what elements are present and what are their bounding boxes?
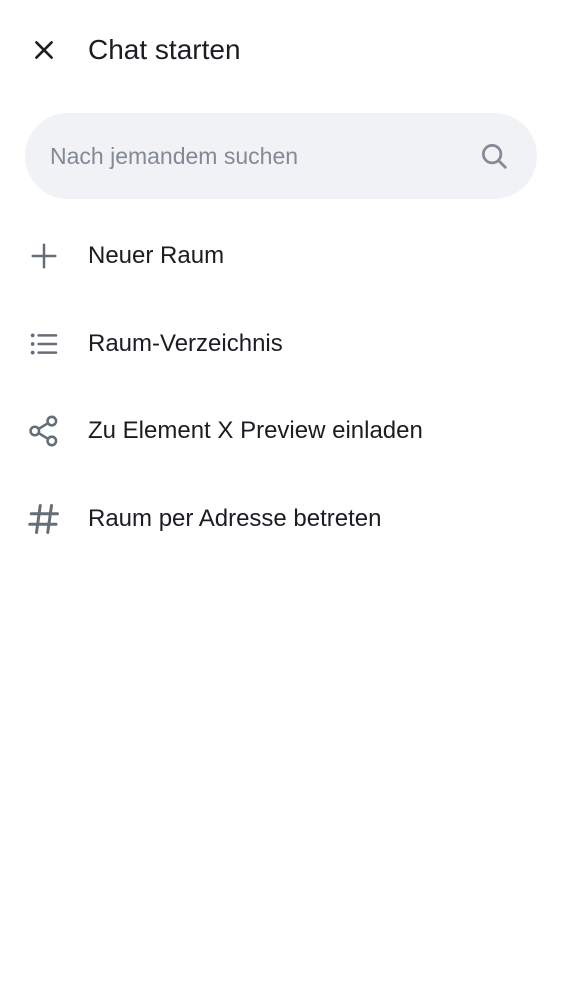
- action-list: Neuer Raum Raum-Verzeichnis Zu Element X…: [0, 212, 562, 562]
- new-room-item[interactable]: Neuer Raum: [0, 212, 562, 300]
- top-app-bar: Chat starten: [0, 0, 562, 100]
- search-bar[interactable]: [25, 113, 537, 199]
- close-button[interactable]: [20, 26, 68, 74]
- invite-item[interactable]: Zu Element X Preview einladen: [0, 387, 562, 475]
- new-room-label: Neuer Raum: [88, 242, 225, 269]
- search-input[interactable]: [50, 113, 470, 199]
- hash-icon: [28, 503, 59, 534]
- close-icon: [35, 41, 53, 59]
- room-directory-label: Raum-Verzeichnis: [88, 329, 283, 357]
- room-directory-item[interactable]: Raum-Verzeichnis: [0, 300, 562, 388]
- plus-icon: [31, 243, 57, 269]
- join-by-address-label: Raum per Adresse betreten: [88, 504, 382, 532]
- search-icon[interactable]: [479, 141, 509, 171]
- join-by-address-item[interactable]: Raum per Adresse betreten: [0, 475, 562, 563]
- list-icon: [30, 332, 58, 355]
- invite-label: Zu Element X Preview einladen: [88, 417, 423, 444]
- share-icon: [29, 415, 58, 447]
- start-chat-screen: Chat starten Neuer Raum: [0, 0, 562, 1000]
- page-title: Chat starten: [88, 34, 241, 65]
